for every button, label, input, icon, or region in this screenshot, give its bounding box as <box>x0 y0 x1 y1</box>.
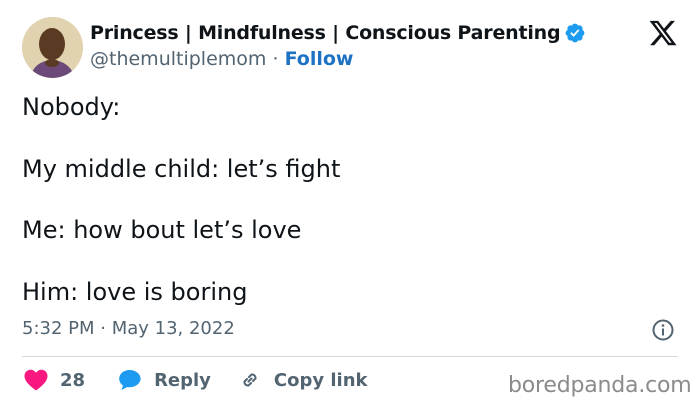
like-count: 28 <box>60 369 86 391</box>
tweet-text-line: Him: love is boring <box>22 278 248 306</box>
author-handle[interactable]: @themultiplemom <box>90 48 266 70</box>
avatar-image <box>22 17 83 78</box>
x-logo-icon[interactable] <box>648 18 678 48</box>
speech-bubble-icon <box>119 370 141 390</box>
copy-link-label: Copy link <box>273 369 368 391</box>
reply-label: Reply <box>154 369 211 391</box>
author-handle-row: @themultiplemom · Follow <box>90 48 353 70</box>
heart-icon <box>24 369 48 391</box>
author-display-name[interactable]: Princess | Mindfulness | Conscious Paren… <box>90 22 561 44</box>
like-button[interactable]: 28 <box>24 369 85 391</box>
tweet-text-line: Nobody: <box>22 93 121 121</box>
copy-link-button[interactable]: Copy link <box>238 368 368 392</box>
tweet-text-line: Me: how bout let’s love <box>22 216 302 244</box>
reply-button[interactable]: Reply <box>118 369 211 391</box>
watermark: boredpanda.com <box>508 373 692 398</box>
tweet-timestamp[interactable]: 5:32 PM · May 13, 2022 <box>22 318 235 339</box>
author-name-row: Princess | Mindfulness | Conscious Paren… <box>90 22 586 44</box>
info-icon[interactable] <box>651 318 675 342</box>
tweet-actions: 28 Reply Copy link <box>24 368 368 392</box>
link-icon <box>243 373 257 387</box>
follow-button[interactable]: Follow <box>285 48 354 70</box>
tweet-text-line: My middle child: let’s fight <box>22 155 341 183</box>
divider <box>22 356 678 357</box>
verified-badge-icon <box>564 22 586 44</box>
separator-dot: · <box>272 48 285 70</box>
avatar[interactable] <box>22 17 83 78</box>
